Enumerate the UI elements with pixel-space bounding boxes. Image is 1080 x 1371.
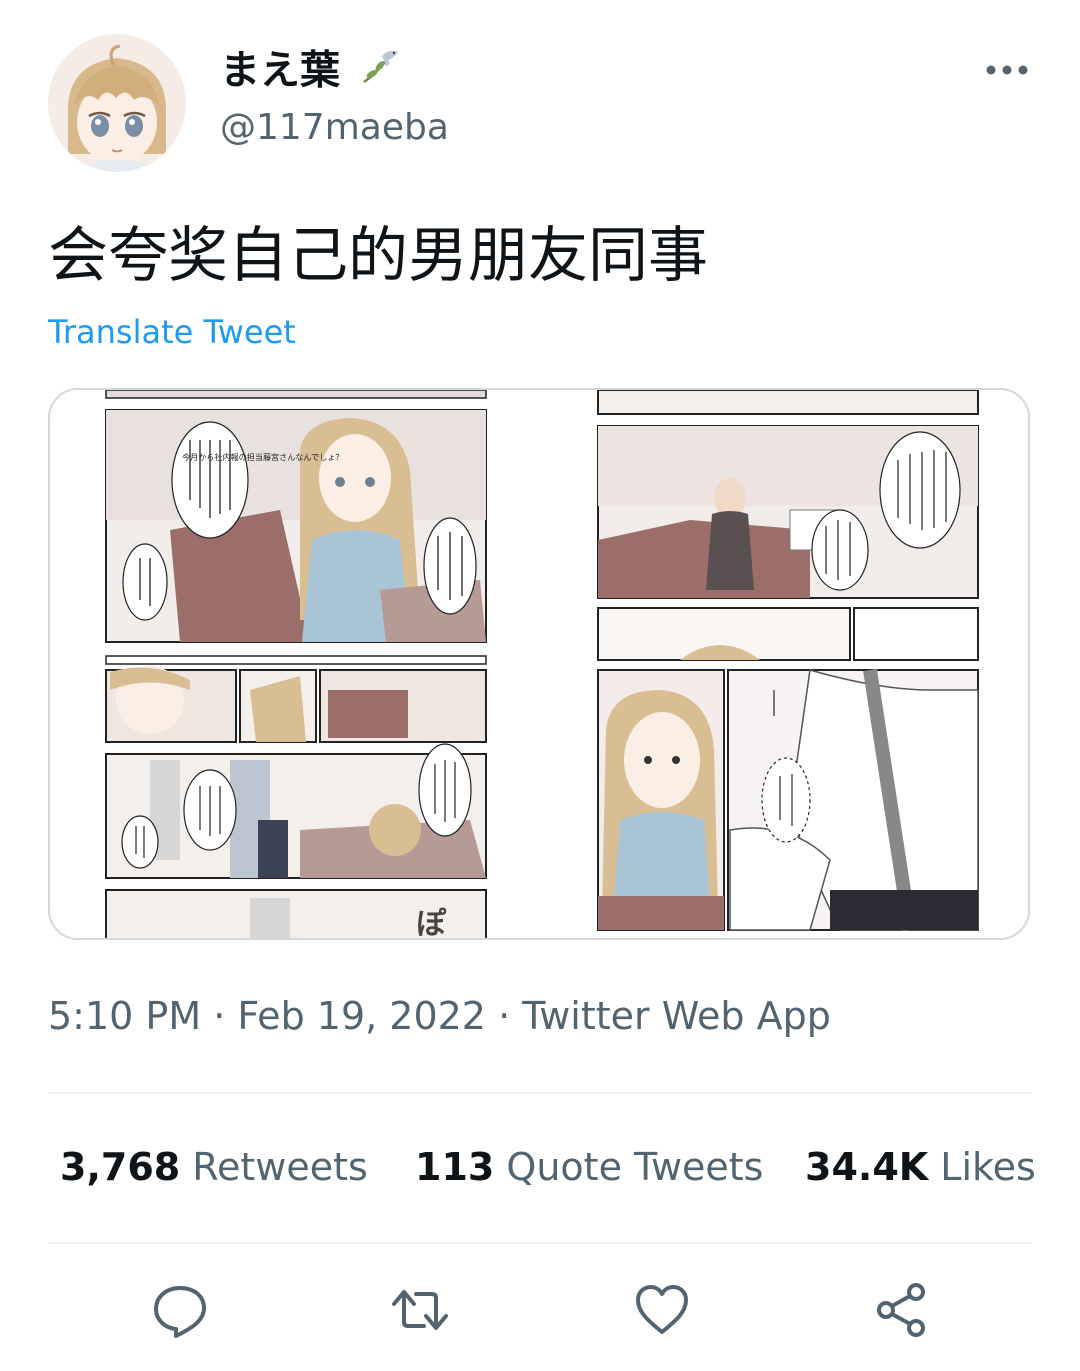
manga-image: 今月から社内報の担当藤宮さんなんでしょ？ ぽ bbox=[50, 390, 1028, 940]
like-icon bbox=[636, 1285, 688, 1334]
tweet-date[interactable]: Feb 19, 2022 bbox=[237, 994, 486, 1038]
reply-icon bbox=[154, 1286, 206, 1338]
retweets-label: Retweets bbox=[192, 1145, 368, 1189]
share-button[interactable] bbox=[872, 1280, 932, 1340]
quote-tweets-label: Quote Tweets bbox=[506, 1145, 764, 1189]
likes-stat[interactable]: 34.4K Likes bbox=[805, 1140, 1036, 1194]
translate-tweet-link[interactable]: Translate Tweet bbox=[48, 310, 296, 354]
leaf-bird-emoji-icon bbox=[358, 44, 402, 101]
tweet-meta: 5:10 PM · Feb 19, 2022 · Twitter Web App bbox=[48, 990, 831, 1042]
likes-label: Likes bbox=[940, 1145, 1036, 1189]
tweet-media[interactable]: 今月から社内報の担当藤宮さんなんでしょ？ ぽ bbox=[48, 388, 1030, 940]
quote-tweets-count: 113 bbox=[415, 1145, 495, 1189]
retweets-stat[interactable]: 3,768 Retweets bbox=[60, 1140, 368, 1194]
quote-tweets-stat[interactable]: 113 Quote Tweets bbox=[415, 1140, 763, 1194]
meta-separator: · bbox=[213, 994, 226, 1038]
tweet-source[interactable]: Twitter Web App bbox=[522, 994, 831, 1038]
share-icon bbox=[877, 1283, 925, 1337]
sfx-po: ぽ bbox=[416, 907, 447, 940]
tweet-time[interactable]: 5:10 PM bbox=[48, 994, 201, 1038]
bubble-text-1: 今月から社内報の担当藤宮さんなんでしょ？ bbox=[182, 452, 343, 462]
author-handle[interactable]: @117maeba bbox=[220, 104, 449, 152]
retweet-icon bbox=[392, 1290, 448, 1330]
retweets-count: 3,768 bbox=[60, 1145, 181, 1189]
more-options-icon[interactable] bbox=[982, 54, 1032, 86]
tweet-text: 会夸奖自己的男朋友同事 bbox=[48, 221, 708, 291]
avatar-image bbox=[48, 34, 186, 172]
like-button[interactable] bbox=[632, 1280, 692, 1340]
reply-button[interactable] bbox=[150, 1280, 210, 1340]
divider bbox=[48, 1092, 1032, 1094]
author-name-text: まえ葉 bbox=[220, 47, 340, 94]
divider bbox=[48, 1242, 1032, 1244]
likes-count: 34.4K bbox=[805, 1145, 929, 1189]
author-display-name[interactable]: まえ葉 bbox=[220, 44, 402, 101]
tweet-stats: 3,768 Retweets 113 Quote Tweets 34.4K Li… bbox=[60, 1140, 1040, 1194]
avatar[interactable] bbox=[48, 34, 186, 172]
retweet-button[interactable] bbox=[390, 1280, 450, 1340]
meta-separator: · bbox=[498, 994, 511, 1038]
